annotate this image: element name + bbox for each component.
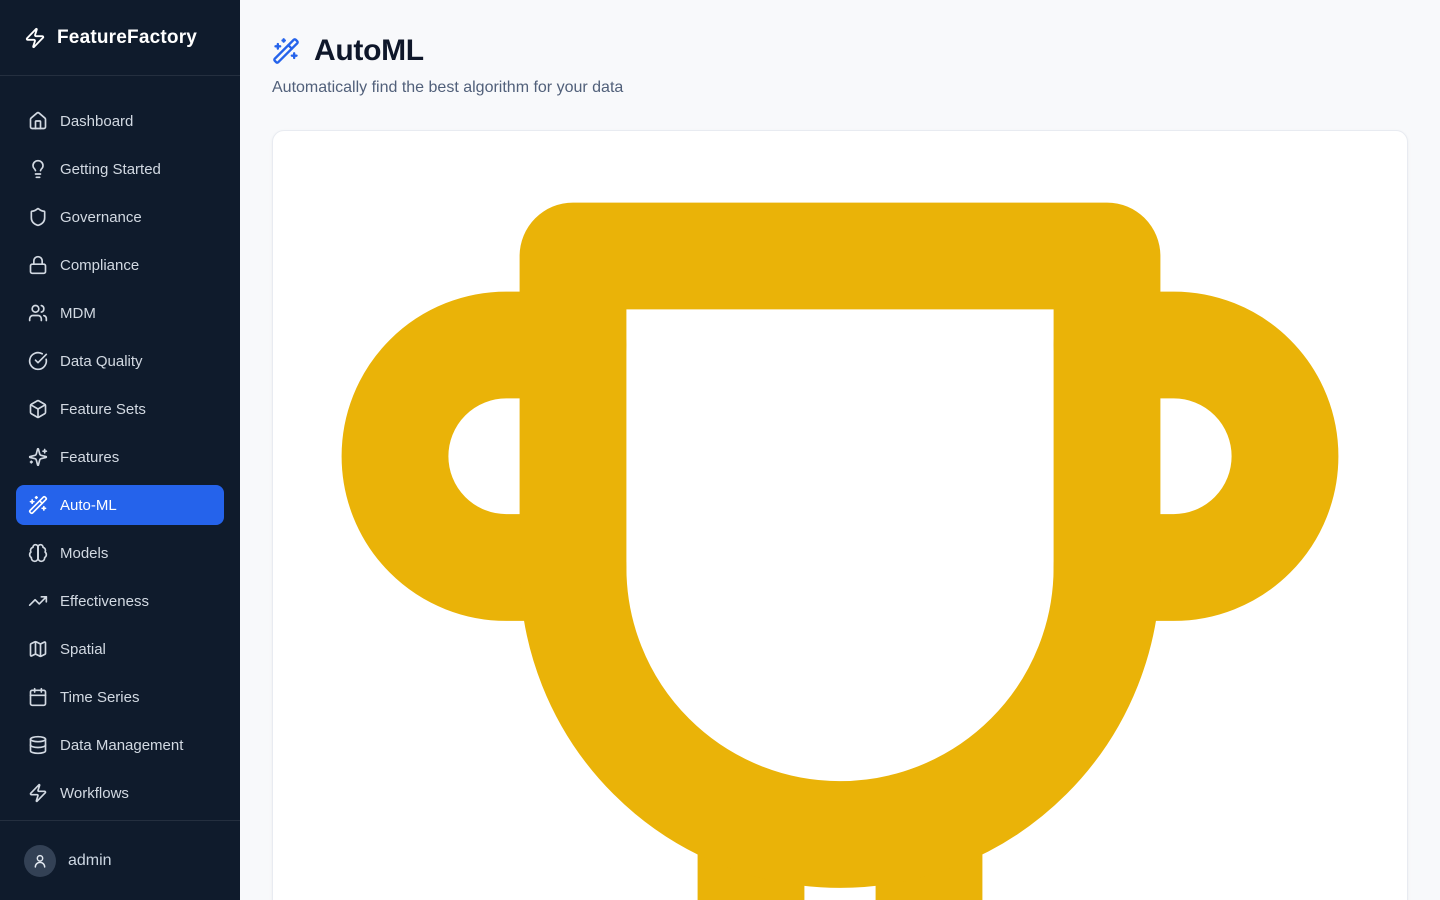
page-subtitle: Automatically find the best algorithm fo… <box>272 79 1408 97</box>
sidebar-item-models[interactable]: Models <box>16 533 224 573</box>
wand-sparkles-icon <box>272 37 300 65</box>
sidebar-item-label: Governance <box>60 209 142 226</box>
sidebar-item-feature-sets[interactable]: Feature Sets <box>16 389 224 429</box>
sidebar-item-label: Models <box>60 545 108 562</box>
sidebar-item-label: Spatial <box>60 641 106 658</box>
user-icon <box>32 853 48 869</box>
sidebar-item-getting-started[interactable]: Getting Started <box>16 149 224 189</box>
users-icon <box>28 303 48 323</box>
shield-icon <box>28 207 48 227</box>
sidebar-item-data-quality[interactable]: Data Quality <box>16 341 224 381</box>
sidebar-item-compliance[interactable]: Compliance <box>16 245 224 285</box>
app-name: FeatureFactory <box>57 27 197 49</box>
sparkles-icon <box>28 447 48 467</box>
check-circle-icon <box>28 351 48 371</box>
sidebar-item-mdm[interactable]: MDM <box>16 293 224 333</box>
sidebar: FeatureFactory Dashboard Getting Started G… <box>0 0 240 900</box>
sidebar-item-label: Data Quality <box>60 353 143 370</box>
sidebar-item-label: Time Series <box>60 689 139 706</box>
sidebar-item-workflows[interactable]: Workflows <box>16 773 224 813</box>
box-icon <box>28 399 48 419</box>
best-model-card: Best Model Found! FeatureFactory tested … <box>272 130 1408 900</box>
sidebar-item-auto-ml[interactable]: Auto-ML <box>16 485 224 525</box>
wand-sparkles-icon <box>28 495 48 515</box>
app-logo: FeatureFactory <box>0 0 240 76</box>
trending-up-icon <box>28 591 48 611</box>
brain-icon <box>28 543 48 563</box>
sidebar-item-label: Getting Started <box>60 161 161 178</box>
main-content: AutoML Automatically find the best algor… <box>240 0 1440 900</box>
page-title: AutoML <box>314 34 424 68</box>
sidebar-item-spatial[interactable]: Spatial <box>16 629 224 669</box>
sidebar-item-label: Effectiveness <box>60 593 149 610</box>
lightbulb-icon <box>28 159 48 179</box>
sidebar-nav: Dashboard Getting Started Governance Compli… <box>0 76 240 820</box>
zap-icon <box>28 783 48 803</box>
zap-icon <box>24 27 46 49</box>
sidebar-item-label: Dashboard <box>60 113 133 130</box>
sidebar-item-label: Features <box>60 449 119 466</box>
sidebar-item-label: Auto-ML <box>60 497 117 514</box>
sidebar-item-label: MDM <box>60 305 96 322</box>
lock-icon <box>28 255 48 275</box>
sidebar-item-dashboard[interactable]: Dashboard <box>16 101 224 141</box>
sidebar-item-governance[interactable]: Governance <box>16 197 224 237</box>
sidebar-user[interactable]: admin <box>0 820 240 900</box>
sidebar-item-time-series[interactable]: Time Series <box>16 677 224 717</box>
sidebar-item-label: Compliance <box>60 257 139 274</box>
sidebar-item-label: Workflows <box>60 785 129 802</box>
sidebar-item-label: Data Management <box>60 737 183 754</box>
database-icon <box>28 735 48 755</box>
sidebar-item-label: Feature Sets <box>60 401 146 418</box>
sidebar-item-data-management[interactable]: Data Management <box>16 725 224 765</box>
avatar <box>24 845 56 877</box>
trophy-icon <box>306 167 1374 900</box>
sidebar-item-features[interactable]: Features <box>16 437 224 477</box>
map-icon <box>28 639 48 659</box>
calendar-icon <box>28 687 48 707</box>
home-icon <box>28 111 48 131</box>
user-name: admin <box>68 852 112 870</box>
sidebar-item-effectiveness[interactable]: Effectiveness <box>16 581 224 621</box>
